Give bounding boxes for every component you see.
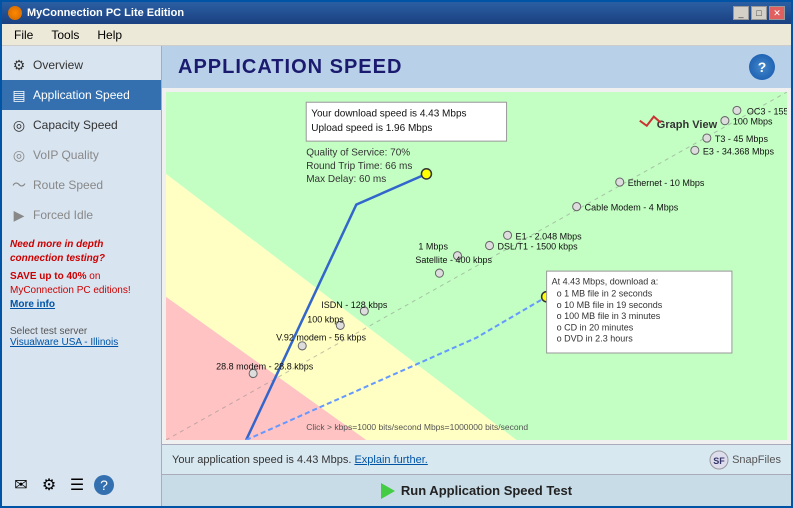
explain-further-link[interactable]: Explain further. [354,454,427,466]
app-icon [8,6,22,20]
window-title: MyConnection PC Lite Edition [27,7,184,19]
svg-text:100 Mbps: 100 Mbps [733,117,773,127]
svg-text:o 10 MB file in 19 seconds: o 10 MB file in 19 seconds [557,300,663,310]
sidebar: ⚙ Overview ▤ Application Speed ◎ Capacit… [2,46,162,506]
svg-text:o CD in 20 minutes: o CD in 20 minutes [557,322,634,332]
speed-chart: OC3 - 155 Mbps 100 Mbps T3 - 45 Mbps E3 … [166,92,787,440]
svg-text:Cable Modem - 4 Mbps: Cable Modem - 4 Mbps [585,203,679,213]
maximize-button[interactable]: □ [751,6,767,20]
snapfiles-icon: SF [709,450,729,470]
svg-text:Ethernet - 10 Mbps: Ethernet - 10 Mbps [628,178,705,188]
run-bar: Run Application Speed Test [162,474,791,506]
title-bar-left: MyConnection PC Lite Edition [8,6,184,20]
sidebar-item-application-speed[interactable]: ▤ Application Speed [2,80,161,110]
status-text: Your application speed is 4.43 Mbps. Exp… [172,454,428,466]
svg-text:DSL/T1 - 1500 kbps: DSL/T1 - 1500 kbps [498,242,579,252]
promo-save: SAVE up to 40% on MyConnection PC editio… [10,270,153,312]
svg-text:100 kbps: 100 kbps [307,314,344,324]
application-speed-icon: ▤ [10,86,28,104]
svg-text:At 4.43 Mbps, download a:: At 4.43 Mbps, download a: [552,276,659,286]
app-window: MyConnection PC Lite Edition _ □ ✕ File … [0,0,793,508]
page-title: APPLICATION SPEED [178,56,402,79]
svg-text:o DVD in 2.3 hours: o DVD in 2.3 hours [557,334,634,344]
svg-text:Click > kbps=1000 bits/second: Click > kbps=1000 bits/second Mbps=10000… [306,422,528,432]
svg-text:E1 - 2.048 Mbps: E1 - 2.048 Mbps [516,231,583,241]
run-test-button[interactable]: Run Application Speed Test [381,483,572,499]
chart-container: OC3 - 155 Mbps 100 Mbps T3 - 45 Mbps E3 … [166,92,787,440]
svg-text:Quality of Service: 70%: Quality of Service: 70% [306,147,410,158]
sidebar-item-capacity-speed[interactable]: ◎ Capacity Speed [2,110,161,140]
server-select: Select test server Visualware USA - Illi… [10,326,153,348]
voip-quality-icon: ◎ [10,146,28,164]
promo-box: Need more in depth connection testing? S… [10,238,153,312]
route-speed-icon: 〜 [10,176,28,194]
run-button-label: Run Application Speed Test [401,483,572,498]
server-link[interactable]: Visualware USA - Illinois [10,337,118,348]
svg-text:V.92 modem - 56 kbps: V.92 modem - 56 kbps [276,333,366,343]
svg-text:SF: SF [713,456,725,466]
svg-text:T3 - 45 Mbps: T3 - 45 Mbps [715,134,769,144]
main-content: ⚙ Overview ▤ Application Speed ◎ Capacit… [2,46,791,506]
svg-text:Your download speed is 4.43 Mb: Your download speed is 4.43 Mbps [311,108,466,119]
sidebar-item-overview[interactable]: ⚙ Overview [2,50,161,80]
title-bar-controls: _ □ ✕ [733,6,785,20]
sidebar-label-overview: Overview [33,58,83,72]
capacity-speed-icon: ◎ [10,116,28,134]
promo-save-text: SAVE up to 40% on MyConnection PC editio… [10,271,131,296]
svg-text:Satellite - 400 kbps: Satellite - 400 kbps [415,255,492,265]
content-header: APPLICATION SPEED ? [162,46,791,88]
run-arrow-icon [381,483,395,499]
content-area: APPLICATION SPEED ? [162,46,791,506]
svg-text:Graph View: Graph View [657,119,718,131]
menu-file[interactable]: File [6,26,41,44]
help-button[interactable]: ? [749,54,775,80]
title-bar: MyConnection PC Lite Edition _ □ ✕ [2,2,791,24]
close-button[interactable]: ✕ [769,6,785,20]
sidebar-label-forced-idle: Forced Idle [33,208,93,222]
bottom-icons: ✉ ⚙ ☰ ? [2,468,161,502]
sidebar-label-application-speed: Application Speed [33,88,130,102]
svg-text:Round Trip Time: 66 ms: Round Trip Time: 66 ms [306,161,412,172]
svg-text:o 1 MB file in 2 seconds: o 1 MB file in 2 seconds [557,289,653,299]
more-info-link[interactable]: More info [10,299,55,310]
snapfiles-logo: SF SnapFiles [709,450,781,470]
sidebar-item-voip-quality: ◎ VoIP Quality [2,140,161,170]
help-sidebar-icon[interactable]: ? [94,475,114,495]
svg-text:1 Mbps: 1 Mbps [418,242,448,252]
speed-result-text: Your application speed is 4.43 Mbps. [172,454,351,466]
svg-text:Upload speed is 1.96 Mbps: Upload speed is 1.96 Mbps [311,123,432,134]
sidebar-item-forced-idle: ▶ Forced Idle [2,200,161,230]
menu-bar: File Tools Help [2,24,791,46]
sidebar-label-voip-quality: VoIP Quality [33,148,99,162]
minimize-button[interactable]: _ [733,6,749,20]
sidebar-item-route-speed: 〜 Route Speed [2,170,161,200]
status-bar: Your application speed is 4.43 Mbps. Exp… [162,444,791,474]
snapfiles-text: SnapFiles [732,454,781,466]
sidebar-label-route-speed: Route Speed [33,178,103,192]
svg-text:Max Delay: 60 ms: Max Delay: 60 ms [306,174,386,185]
svg-text:ISDN - 128 kbps: ISDN - 128 kbps [321,300,388,310]
sidebar-label-capacity-speed: Capacity Speed [33,118,118,132]
forced-idle-icon: ▶ [10,206,28,224]
server-select-label: Select test server [10,326,153,337]
menu-tools[interactable]: Tools [43,26,87,44]
svg-text:OC3 - 155 Mbps: OC3 - 155 Mbps [747,106,787,116]
email-icon[interactable]: ✉ [10,474,32,496]
svg-text:28.8 modem - 28.8 kbps: 28.8 modem - 28.8 kbps [216,361,314,371]
overview-icon: ⚙ [10,56,28,74]
svg-text:o 100 MB file in 3 minutes: o 100 MB file in 3 minutes [557,311,661,321]
promo-heading: Need more in depth connection testing? [10,238,153,266]
menu-help[interactable]: Help [89,26,130,44]
settings-icon[interactable]: ⚙ [38,474,60,496]
list-icon[interactable]: ☰ [66,474,88,496]
svg-text:E3 - 34.368 Mbps: E3 - 34.368 Mbps [703,146,775,156]
